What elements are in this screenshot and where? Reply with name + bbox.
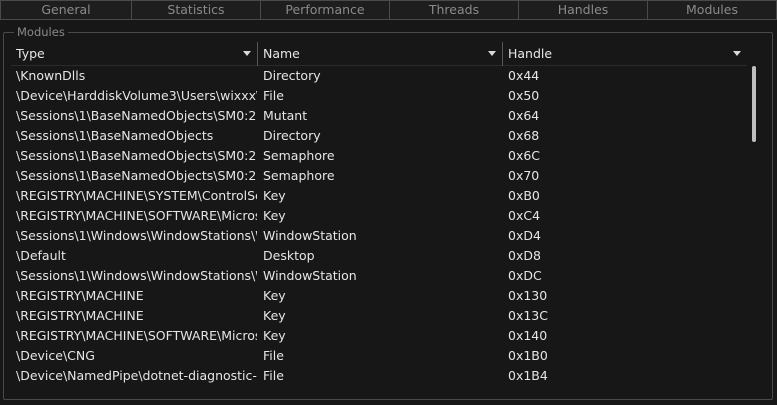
name-cell: Key [263, 188, 286, 203]
table-row[interactable]: \REGISTRY\MACHINE\SOFTWARE\Microsoft\ Key… [11, 206, 747, 226]
handles-grid: Type Name Handle \KnownDlls Directory 0x44… [11, 42, 747, 392]
type-cell: \REGISTRY\MACHINE [16, 288, 144, 303]
table-row[interactable]: \KnownDlls Directory 0x44 [11, 66, 747, 86]
name-cell: WindowStation [263, 228, 357, 243]
table-row[interactable]: \Sessions\1\BaseNamedObjects\SM0:25052:3… [11, 106, 747, 126]
type-cell: \REGISTRY\MACHINE\SOFTWARE\Microsoft\ [16, 208, 257, 223]
name-cell: Key [263, 308, 286, 323]
table-row[interactable]: \Sessions\1\BaseNamedObjects\SM0:25052:3… [11, 166, 747, 186]
table-row[interactable]: \Sessions\1\Windows\WindowStations\WinS W… [11, 266, 747, 286]
name-cell: File [263, 368, 284, 383]
grid-rows: \KnownDlls Directory 0x44 \Device\Harddisk… [11, 66, 747, 386]
name-cell: Key [263, 288, 286, 303]
table-row[interactable]: \Sessions\1\BaseNamedObjects Directory 0x6… [11, 126, 747, 146]
grid-header: Type Name Handle [11, 42, 747, 66]
chevron-down-icon[interactable] [488, 51, 496, 56]
handle-cell: 0x130 [508, 288, 548, 303]
name-cell: Directory [263, 68, 321, 83]
type-cell: \Device\HarddiskVolume3\Users\wixxx\sour… [16, 88, 257, 103]
type-cell: \Sessions\1\Windows\WindowStations\WinS [16, 228, 257, 243]
name-cell: File [263, 348, 284, 363]
table-row[interactable]: \Device\CNG File 0x1B0 [11, 346, 747, 366]
name-cell: Mutant [263, 108, 308, 123]
name-cell: Semaphore [263, 148, 335, 163]
handle-cell: 0x13C [508, 308, 548, 323]
table-row[interactable]: \Sessions\1\Windows\WindowStations\WinS W… [11, 226, 747, 246]
chevron-down-icon[interactable] [733, 51, 741, 56]
handle-cell: 0x50 [508, 88, 540, 103]
type-cell: \Sessions\1\BaseNamedObjects\SM0:25052:3 [16, 108, 257, 123]
handle-cell: 0xB0 [508, 188, 540, 203]
vertical-scrollbar-thumb[interactable] [752, 66, 756, 142]
type-cell: \Default [16, 248, 66, 263]
column-header-type[interactable]: Type [11, 42, 257, 66]
name-cell: Key [263, 208, 286, 223]
tab-handles[interactable]: Handles [518, 0, 647, 20]
column-header-label: Type [16, 46, 45, 61]
tab-modules[interactable]: Modules [647, 0, 777, 20]
name-cell: Directory [263, 128, 321, 143]
tab-bar: General Statistics Performance Threads H… [0, 0, 777, 22]
handle-cell: 0xD4 [508, 228, 541, 243]
handle-cell: 0xDC [508, 268, 542, 283]
name-cell: Key [263, 328, 286, 343]
type-cell: \Sessions\1\BaseNamedObjects [16, 128, 214, 143]
type-cell: \REGISTRY\MACHINE\SYSTEM\ControlSet001 [16, 188, 257, 203]
name-cell: Desktop [263, 248, 315, 263]
handle-cell: 0xD8 [508, 248, 541, 263]
table-row[interactable]: \Default Desktop 0xD8 [11, 246, 747, 266]
tab-statistics[interactable]: Statistics [131, 0, 260, 20]
type-cell: \Device\NamedPipe\dotnet-diagnostic-2505 [16, 368, 257, 383]
type-cell: \Sessions\1\Windows\WindowStations\WinS [16, 268, 257, 283]
tab-performance[interactable]: Performance [260, 0, 389, 20]
type-cell: \REGISTRY\MACHINE [16, 308, 144, 323]
table-row[interactable]: \Device\HarddiskVolume3\Users\wixxx\sour… [11, 86, 747, 106]
handle-cell: 0x1B0 [508, 348, 548, 363]
groupbox-title: Modules [14, 25, 68, 39]
column-header-label: Name [263, 46, 300, 61]
table-row[interactable]: \REGISTRY\MACHINE\SYSTEM\ControlSet001 Ke… [11, 186, 747, 206]
handle-cell: 0x64 [508, 108, 540, 123]
type-cell: \REGISTRY\MACHINE\SOFTWARE\Microsoft\ [16, 328, 257, 343]
table-row[interactable]: \Device\NamedPipe\dotnet-diagnostic-2505… [11, 366, 747, 386]
name-cell: WindowStation [263, 268, 357, 283]
handle-cell: 0x44 [508, 68, 540, 83]
chevron-down-icon[interactable] [243, 51, 251, 56]
name-cell: File [263, 88, 284, 103]
type-cell: \KnownDlls [16, 68, 86, 83]
name-cell: Semaphore [263, 168, 335, 183]
type-cell: \Sessions\1\BaseNamedObjects\SM0:25052:3 [16, 168, 257, 183]
table-row[interactable]: \REGISTRY\MACHINE\SOFTWARE\Microsoft\ Key… [11, 326, 747, 346]
handle-cell: 0x1B4 [508, 368, 548, 383]
handle-cell: 0xC4 [508, 208, 541, 223]
table-row[interactable]: \Sessions\1\BaseNamedObjects\SM0:25052:3… [11, 146, 747, 166]
type-cell: \Device\CNG [16, 348, 95, 363]
table-row[interactable]: \REGISTRY\MACHINE Key 0x13C [11, 306, 747, 326]
tab-threads[interactable]: Threads [389, 0, 518, 20]
type-cell: \Sessions\1\BaseNamedObjects\SM0:25052:3 [16, 148, 257, 163]
handle-cell: 0x140 [508, 328, 548, 343]
handle-cell: 0x6C [508, 148, 541, 163]
handle-cell: 0x70 [508, 168, 540, 183]
table-row[interactable]: \REGISTRY\MACHINE Key 0x130 [11, 286, 747, 306]
column-header-label: Handle [508, 46, 553, 61]
tab-general[interactable]: General [0, 0, 131, 20]
column-header-name[interactable]: Name [258, 42, 502, 66]
handle-cell: 0x68 [508, 128, 540, 143]
column-header-handle[interactable]: Handle [503, 42, 747, 66]
